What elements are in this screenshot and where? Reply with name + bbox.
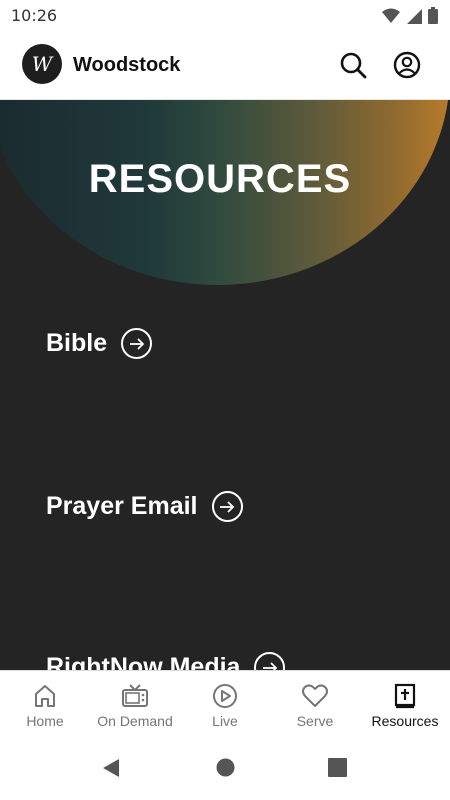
nav-label: Live: [212, 713, 238, 729]
nav-label: Home: [26, 713, 64, 729]
nav-item-serve[interactable]: Serve: [270, 671, 360, 736]
system-navigation-bar: [0, 736, 450, 800]
recents-icon[interactable]: [328, 758, 347, 777]
wifi-icon: [382, 8, 400, 23]
resource-label: RightNow Media: [46, 653, 241, 670]
bible-icon: [394, 683, 416, 709]
account-button[interactable]: [392, 50, 422, 80]
play-circle-icon: [213, 684, 237, 708]
battery-icon: [428, 7, 438, 24]
nav-item-home[interactable]: Home: [0, 671, 90, 736]
resource-link-rightnow-media[interactable]: RightNow Media: [46, 652, 286, 670]
home-circle-icon[interactable]: [216, 758, 235, 777]
resources-content: RESOURCES Bible Prayer Email RightNow Me…: [0, 100, 450, 670]
nav-label: On Demand: [97, 713, 173, 729]
bottom-navigation: Home On Demand Live Serve Resources: [0, 670, 450, 736]
resource-link-prayer-email[interactable]: Prayer Email: [46, 491, 243, 522]
woodstock-logo[interactable]: W: [22, 44, 62, 84]
nav-item-live[interactable]: Live: [180, 671, 270, 736]
search-icon: [340, 52, 367, 79]
status-bar: 10:26: [0, 0, 450, 32]
app-header: W Woodstock: [0, 32, 450, 100]
nav-label: Serve: [296, 713, 334, 729]
tv-icon: [122, 684, 148, 707]
nav-item-resources[interactable]: Resources: [360, 671, 450, 736]
arrow-right-icon: [121, 328, 153, 359]
app-title: Woodstock: [73, 54, 181, 76]
resource-label: Prayer Email: [46, 492, 198, 520]
resource-label: Bible: [46, 329, 108, 357]
nav-item-on-demand[interactable]: On Demand: [90, 671, 180, 736]
logo-letter: W: [31, 52, 53, 76]
heart-icon: [302, 684, 328, 707]
account-circle-icon: [393, 51, 421, 79]
arrow-right-icon: [254, 652, 286, 670]
home-icon: [35, 685, 55, 707]
nav-label: Resources: [371, 713, 439, 729]
status-icons: [382, 7, 438, 24]
resource-link-bible[interactable]: Bible: [46, 328, 153, 359]
page-title: RESOURCES: [88, 157, 352, 201]
arrow-right-icon: [211, 491, 243, 522]
back-icon[interactable]: [101, 758, 121, 778]
search-button[interactable]: [338, 50, 368, 80]
cell-signal-icon: [407, 8, 422, 24]
status-time: 10:26: [11, 6, 58, 25]
